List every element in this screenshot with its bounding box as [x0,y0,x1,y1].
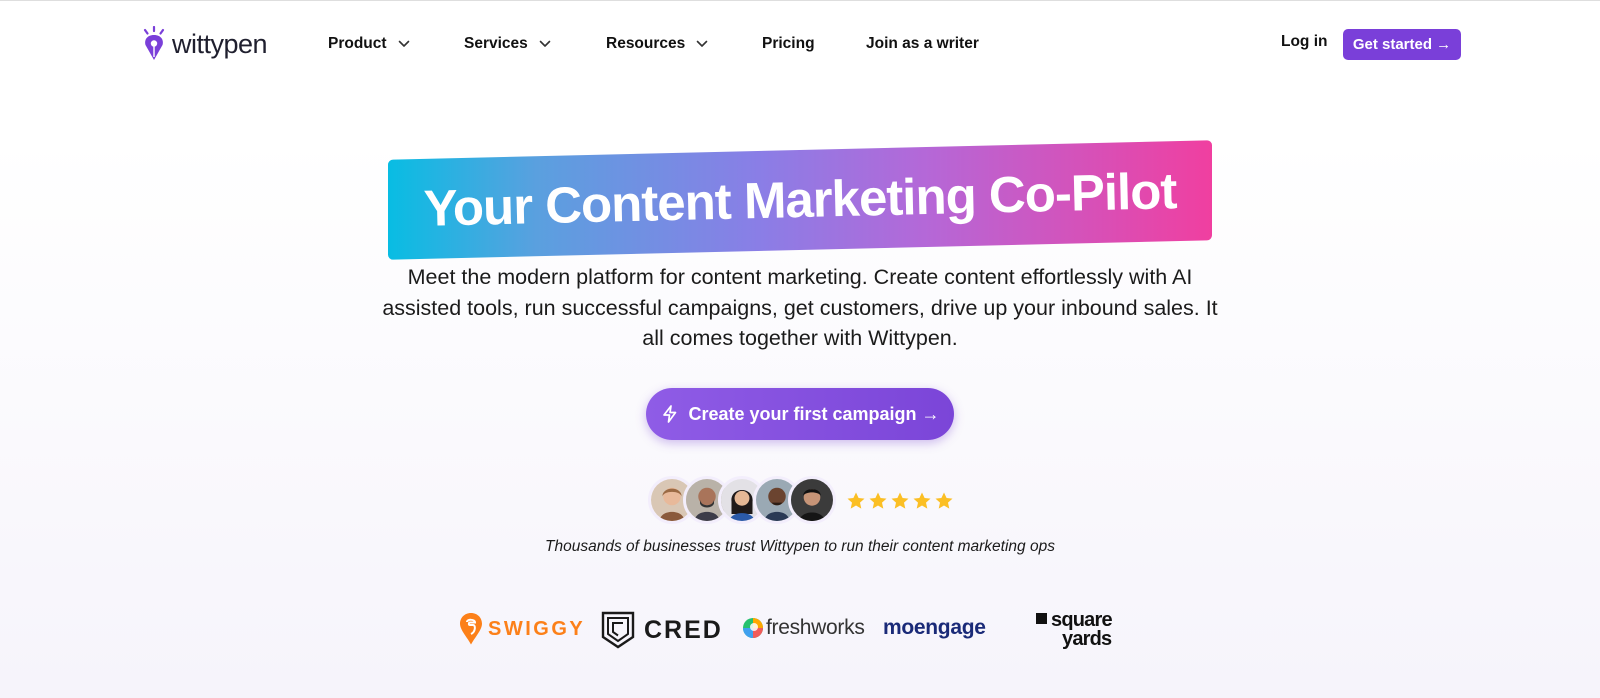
swiggy-wordmark: SWIGGY [488,617,586,640]
chevron-down-icon [696,40,708,47]
lightning-bolt-icon [663,405,677,423]
nav-resources-label: Resources [606,35,686,52]
hero-subtitle: Meet the modern platform for content mar… [382,265,1218,350]
star-icon [935,492,953,509]
nav-product-label: Product [328,35,387,52]
star-icon [913,492,931,509]
squareyards-wordmark-line1: square [1051,609,1113,631]
nav-services-label: Services [464,35,528,52]
chevron-down-icon [398,40,409,47]
squareyards-wordmark-line2: yards [1062,628,1112,650]
top-navigation: wittypen Product Services Resources Pric… [0,0,1600,88]
create-campaign-button[interactable]: Create your first campaign → [646,388,954,440]
wittypen-logo[interactable]: wittypen [138,26,268,62]
chevron-down-icon [539,40,551,47]
headline-banner: Your Content Marketing Co-Pilot [388,140,1212,260]
cred-wordmark: CRED [644,615,723,644]
avatar [788,476,836,524]
star-icon [869,492,887,509]
nav-pricing-label: Pricing [762,35,815,52]
swiggy-logo: SWIGGY [460,613,585,645]
nav-services[interactable]: Services [464,33,551,55]
squareyards-logo: square yards [1036,610,1128,650]
login-link[interactable]: Log in [1281,33,1328,51]
nav-product[interactable]: Product [328,33,410,55]
freshworks-swirl-icon [743,618,763,638]
nav-resources[interactable]: Resources [606,33,708,55]
logo-wordmark: wittypen [172,28,268,59]
create-campaign-label: Create your first campaign → [688,403,940,424]
pen-bulb-logo-icon [143,26,165,60]
nav-join-label: Join as a writer [866,35,979,52]
cred-shield-icon [601,611,635,649]
get-started-button[interactable]: Get started → [1343,29,1461,60]
moengage-wordmark: moengage [883,616,986,639]
star-icon [847,492,865,509]
squareyards-square-icon [1036,613,1047,624]
trust-statement: Thousands of businesses trust Wittypen t… [545,538,1055,555]
freshworks-logo: freshworks [742,616,865,640]
moengage-logo: moengage [883,616,986,640]
nav-join-as-writer[interactable]: Join as a writer [866,33,979,55]
swiggy-pin-icon [460,613,482,645]
nav-pricing[interactable]: Pricing [762,33,815,55]
cred-logo: CRED [601,611,723,649]
star-icon [891,492,909,509]
five-star-rating [846,491,956,511]
freshworks-wordmark: freshworks [766,616,865,639]
